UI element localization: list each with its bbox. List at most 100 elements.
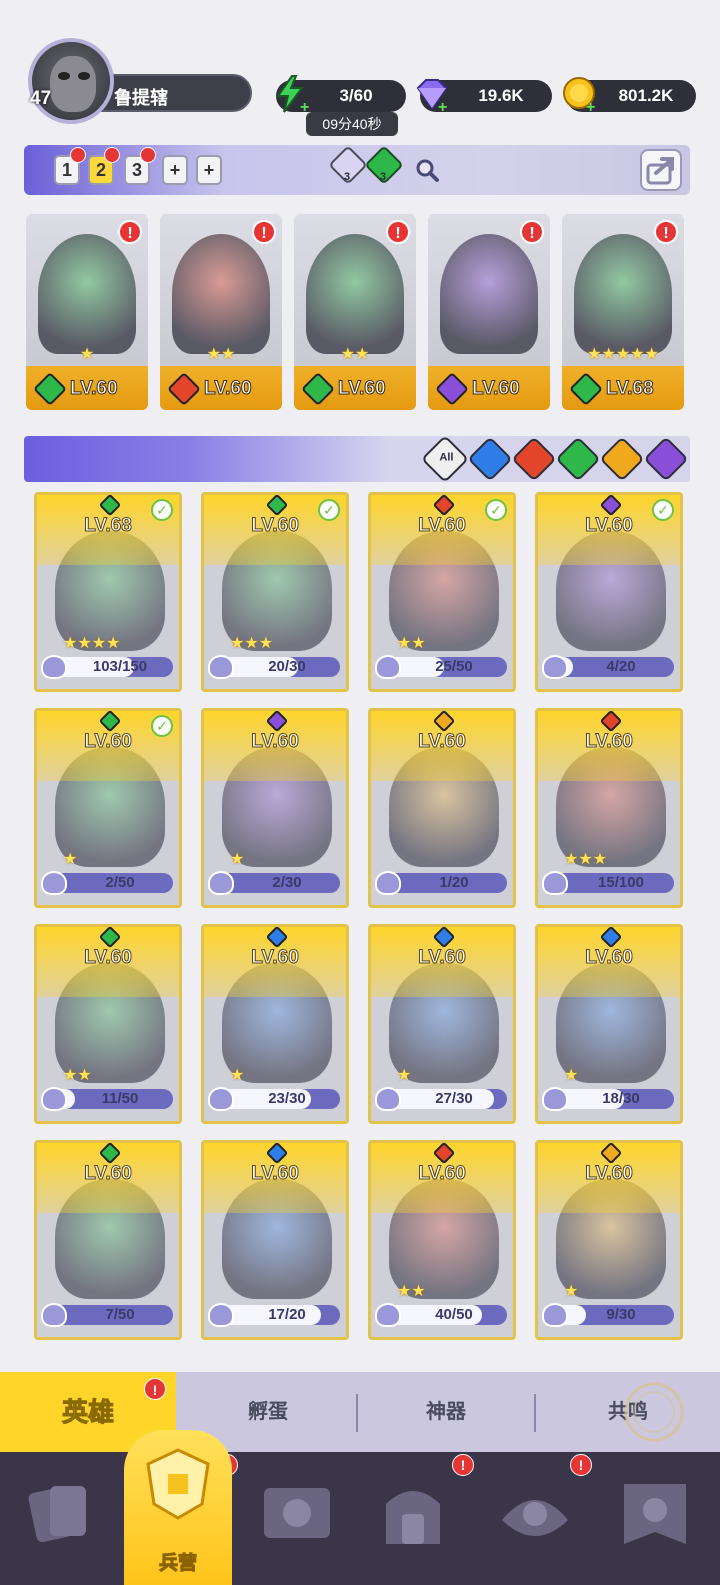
hero-level: LV.60 bbox=[418, 1163, 467, 1185]
hero-level: LV.60 bbox=[84, 947, 133, 969]
shard-icon bbox=[208, 871, 234, 895]
hero-portrait bbox=[574, 234, 672, 354]
shard-icon bbox=[375, 1303, 401, 1327]
team-slot-3-alert bbox=[140, 147, 156, 163]
team-hero-level: LV.60 bbox=[472, 378, 521, 400]
hero-level: LV.60 bbox=[585, 947, 634, 969]
share-button[interactable] bbox=[640, 149, 682, 191]
energy-value: 3/60 bbox=[339, 86, 373, 105]
barracks-nav-label: 兵营 bbox=[158, 1553, 197, 1575]
shard-icon bbox=[208, 655, 234, 679]
shard-icon bbox=[375, 655, 401, 679]
energy-timer: 09分40秒 bbox=[306, 112, 398, 136]
team-hero-stars: ★★★★★ bbox=[587, 346, 659, 363]
player-name: 鲁提辖 bbox=[114, 88, 168, 108]
hero-stars: ★ bbox=[230, 851, 245, 868]
player-avatar[interactable] bbox=[28, 38, 114, 124]
energy-pill[interactable]: + 3/60 bbox=[276, 75, 406, 114]
filter-blue-icon[interactable] bbox=[467, 436, 513, 482]
gems-value: 19.6K bbox=[478, 86, 524, 105]
hero-level: LV.60 bbox=[84, 1163, 133, 1185]
hero-card[interactable]: LV.60 7/50 bbox=[34, 1140, 182, 1340]
shard-icon bbox=[41, 1303, 67, 1327]
hero-shard-count: 40/50 bbox=[435, 1306, 473, 1323]
gold-pill[interactable]: + 801.2K bbox=[563, 77, 696, 114]
shop-nav-icon[interactable] bbox=[374, 1474, 452, 1552]
avatar-face bbox=[50, 56, 96, 112]
team-hero-level: LV.60 bbox=[204, 378, 253, 400]
book-nav-icon[interactable] bbox=[258, 1474, 336, 1552]
hero-card[interactable]: LV.60 1/20 bbox=[368, 708, 516, 908]
bonus-gem-count-1: 3 bbox=[344, 171, 351, 183]
hero-card[interactable]: LV.60 ★ 23/30 bbox=[201, 924, 349, 1124]
filter-red-icon[interactable] bbox=[511, 436, 557, 482]
hero-stars: ★★ bbox=[397, 1283, 426, 1300]
magnifier-icon[interactable] bbox=[414, 157, 440, 183]
team-hero-card[interactable]: ! ★★ LV.60 bbox=[294, 214, 416, 410]
team-hero-card[interactable]: ! ★★★★★ LV.68 bbox=[562, 214, 684, 410]
team-hero-alert: ! bbox=[386, 220, 410, 244]
filter-purple-icon[interactable] bbox=[643, 436, 689, 482]
player-level: 47 bbox=[30, 88, 52, 109]
hero-shard-count: 2/30 bbox=[272, 874, 302, 891]
team-hero-card[interactable]: ! LV.60 bbox=[428, 214, 550, 410]
floating-ring-button-icon[interactable] bbox=[622, 1380, 686, 1444]
gems-pill[interactable]: + 19.6K bbox=[416, 79, 552, 114]
shard-icon bbox=[542, 1087, 568, 1111]
gold-value: 801.2K bbox=[618, 86, 674, 105]
hero-level: LV.60 bbox=[418, 731, 467, 753]
hero-shard-count: 1/20 bbox=[439, 874, 469, 891]
filter-green-icon[interactable] bbox=[555, 436, 601, 482]
shard-icon bbox=[542, 871, 568, 895]
team-hero-card[interactable]: ! ★★ LV.60 bbox=[160, 214, 282, 410]
shop-nav-alert: ! bbox=[452, 1454, 474, 1476]
filter-yellow-icon[interactable] bbox=[599, 436, 645, 482]
in-team-check-icon: ✓ bbox=[151, 499, 173, 521]
barracks-shield-icon bbox=[146, 1448, 210, 1520]
shard-icon bbox=[41, 1087, 67, 1111]
hero-level: LV.60 bbox=[251, 1163, 300, 1185]
hero-shard-count: 9/30 bbox=[606, 1306, 636, 1323]
hero-card[interactable]: LV.60 ★★ 11/50 bbox=[34, 924, 182, 1124]
team-hero-stars: ★★ bbox=[340, 346, 370, 363]
hero-level: LV.60 bbox=[585, 1163, 634, 1185]
hero-shard-count: 27/30 bbox=[435, 1090, 473, 1107]
banner-nav-icon[interactable] bbox=[616, 1474, 694, 1552]
barracks-nav-button[interactable]: 兵营 bbox=[124, 1430, 232, 1585]
svg-text:+: + bbox=[438, 99, 447, 114]
hero-shard-count: 7/50 bbox=[105, 1306, 135, 1323]
hero-card[interactable]: LV.60 ★★★ 15/100 bbox=[535, 708, 683, 908]
team-slot-add-2[interactable]: + bbox=[196, 155, 222, 185]
guild-nav-icon[interactable] bbox=[496, 1474, 574, 1552]
hero-card[interactable]: LV.60 ★ 9/30 bbox=[535, 1140, 683, 1340]
element-filter-bar: All bbox=[24, 434, 690, 484]
hero-level: LV.60 bbox=[251, 731, 300, 753]
hero-card[interactable]: LV.60 ★ 2/30 bbox=[201, 708, 349, 908]
hero-card[interactable]: LV.60 ★★ 25/50 ✓ bbox=[368, 492, 516, 692]
hero-stars: ★ bbox=[564, 1067, 579, 1084]
tab-artifacts[interactable]: 神器 bbox=[358, 1372, 534, 1452]
hero-stars: ★★★★ bbox=[63, 635, 121, 652]
team-hero-level: LV.68 bbox=[606, 378, 655, 400]
cards-nav-icon[interactable] bbox=[22, 1474, 100, 1552]
team-hero-level: LV.60 bbox=[338, 378, 387, 400]
hero-portrait bbox=[440, 234, 538, 354]
team-hero-card[interactable]: ! ★ LV.60 bbox=[26, 214, 148, 410]
shard-icon bbox=[208, 1303, 234, 1327]
gold-coin-icon: + bbox=[563, 77, 595, 114]
hero-card[interactable]: LV.60 ★ 18/30 bbox=[535, 924, 683, 1124]
bonus-gem-count-2: 3 bbox=[380, 171, 387, 183]
hero-card[interactable]: LV.60 17/20 bbox=[201, 1140, 349, 1340]
hero-card[interactable]: LV.60 4/20 ✓ bbox=[535, 492, 683, 692]
hero-card[interactable]: LV.60 ★ 2/50 ✓ bbox=[34, 708, 182, 908]
team-slot-add-1[interactable]: + bbox=[162, 155, 188, 185]
hero-card[interactable]: LV.60 ★★ 40/50 bbox=[368, 1140, 516, 1340]
hero-card[interactable]: LV.60 ★★★ 20/30 ✓ bbox=[201, 492, 349, 692]
hero-card[interactable]: LV.60 ★ 27/30 bbox=[368, 924, 516, 1124]
hero-stars: ★ bbox=[63, 851, 78, 868]
hero-stars: ★ bbox=[397, 1067, 412, 1084]
hero-card[interactable]: LV.68 ★★★★ 103/150 ✓ bbox=[34, 492, 182, 692]
hero-stars: ★★ bbox=[63, 1067, 92, 1084]
filter-all-button[interactable]: All bbox=[420, 434, 470, 484]
hero-portrait bbox=[172, 234, 270, 354]
